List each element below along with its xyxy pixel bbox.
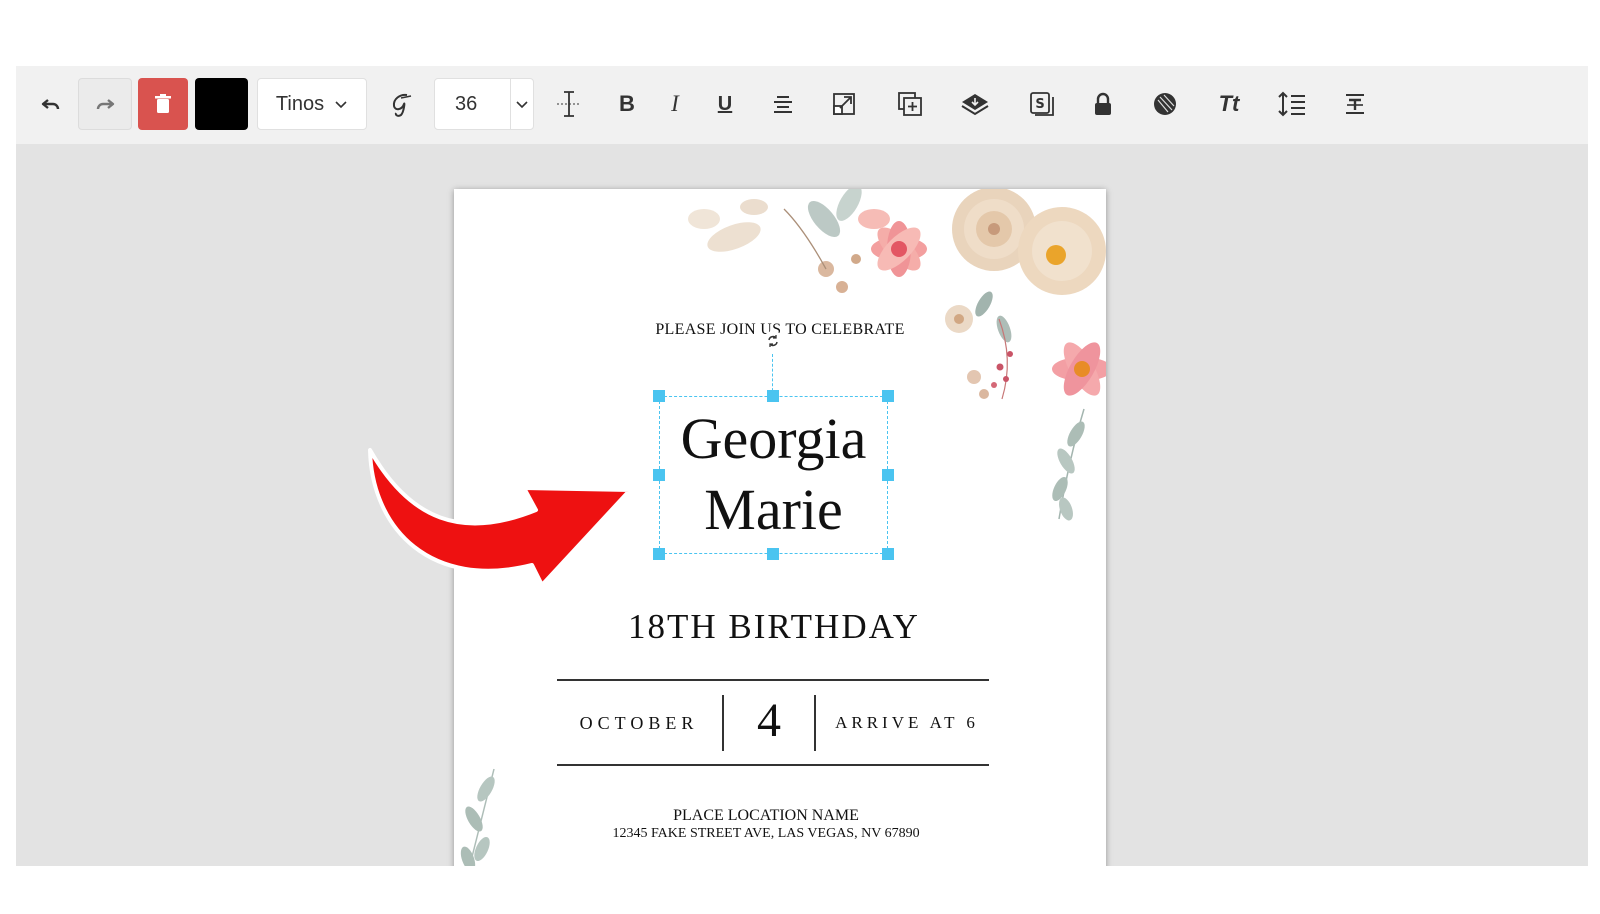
text-case-button[interactable]: Tt: [1212, 78, 1246, 130]
line-height-icon: [1278, 91, 1305, 117]
italic-icon: I: [671, 91, 679, 116]
opacity-icon: [1154, 93, 1176, 115]
chevron-down-icon: [335, 101, 347, 109]
layers-icon: [961, 94, 989, 116]
name-line-2[interactable]: Marie: [659, 475, 888, 545]
undo-icon: [41, 99, 60, 110]
duplicate-button[interactable]: [894, 78, 926, 130]
redo-button[interactable]: [78, 78, 132, 130]
bold-button[interactable]: B: [614, 78, 640, 130]
underline-icon: U: [717, 92, 733, 115]
trash-icon: [155, 94, 171, 113]
layers-button[interactable]: [958, 78, 992, 130]
pointer-arrow: [368, 448, 632, 587]
rotate-icon: [768, 335, 778, 347]
text-color-swatch[interactable]: [195, 78, 248, 130]
svg-text:S: S: [1035, 97, 1044, 112]
month-text[interactable]: OCTOBER: [566, 713, 712, 734]
lock-button[interactable]: [1090, 78, 1116, 130]
script-font-button[interactable]: [386, 78, 416, 130]
editor-app: Tinos 36 B I U S Tt PLEASE JOIN US TO CE…: [16, 66, 1588, 866]
resize-handle[interactable]: [767, 390, 779, 402]
occasion-text[interactable]: 18TH BIRTHDAY: [454, 607, 1094, 647]
divider: [814, 695, 816, 751]
text-position-icon: [1346, 94, 1364, 114]
day-text[interactable]: 4: [724, 693, 814, 748]
location-text[interactable]: PLACE LOCATION NAME: [454, 807, 1078, 825]
font-family-select[interactable]: Tinos: [257, 78, 367, 130]
undo-button[interactable]: [26, 78, 76, 130]
script-font-icon: [392, 93, 412, 117]
font-size-value: 36: [455, 92, 478, 115]
opacity-button[interactable]: [1150, 78, 1180, 130]
delete-button[interactable]: [138, 78, 188, 130]
stamp-icon: S: [1030, 92, 1054, 116]
font-family-value: Tinos: [275, 92, 325, 115]
text-case-icon: Tt: [1218, 91, 1240, 116]
bold-icon: B: [619, 91, 635, 116]
divider: [557, 764, 989, 766]
toolbar: Tinos 36 B I U S Tt: [16, 66, 1588, 144]
text-spacing-button[interactable]: [554, 78, 584, 130]
divider: [557, 679, 989, 681]
resize-handle[interactable]: [882, 548, 894, 560]
resize-button[interactable]: [828, 78, 860, 130]
chevron-down-icon: [516, 101, 528, 109]
line-height-button[interactable]: [1276, 78, 1308, 130]
underline-button[interactable]: U: [710, 78, 740, 130]
address-text[interactable]: 12345 FAKE STREET AVE, LAS VEGAS, NV 678…: [454, 826, 1078, 842]
redo-icon: [96, 99, 115, 110]
rotate-handle[interactable]: [763, 331, 783, 351]
resize-icon: [833, 93, 855, 115]
resize-handle[interactable]: [653, 390, 665, 402]
font-size-dropdown[interactable]: [510, 79, 533, 129]
resize-handle[interactable]: [882, 390, 894, 402]
resize-handle[interactable]: [653, 548, 665, 560]
duplicate-icon: [898, 92, 922, 116]
stamp-button[interactable]: S: [1026, 78, 1058, 130]
lock-icon: [1095, 92, 1111, 115]
resize-handle[interactable]: [767, 548, 779, 560]
align-center-icon: [774, 96, 792, 113]
text-spacing-icon: [557, 91, 581, 117]
arrival-text[interactable]: ARRIVE AT 6: [824, 713, 990, 733]
text-position-button[interactable]: [1340, 78, 1370, 130]
name-line-1[interactable]: Georgia: [659, 404, 888, 474]
italic-button[interactable]: I: [662, 78, 688, 130]
font-size-input[interactable]: 36: [434, 78, 534, 130]
align-center-button[interactable]: [768, 78, 798, 130]
